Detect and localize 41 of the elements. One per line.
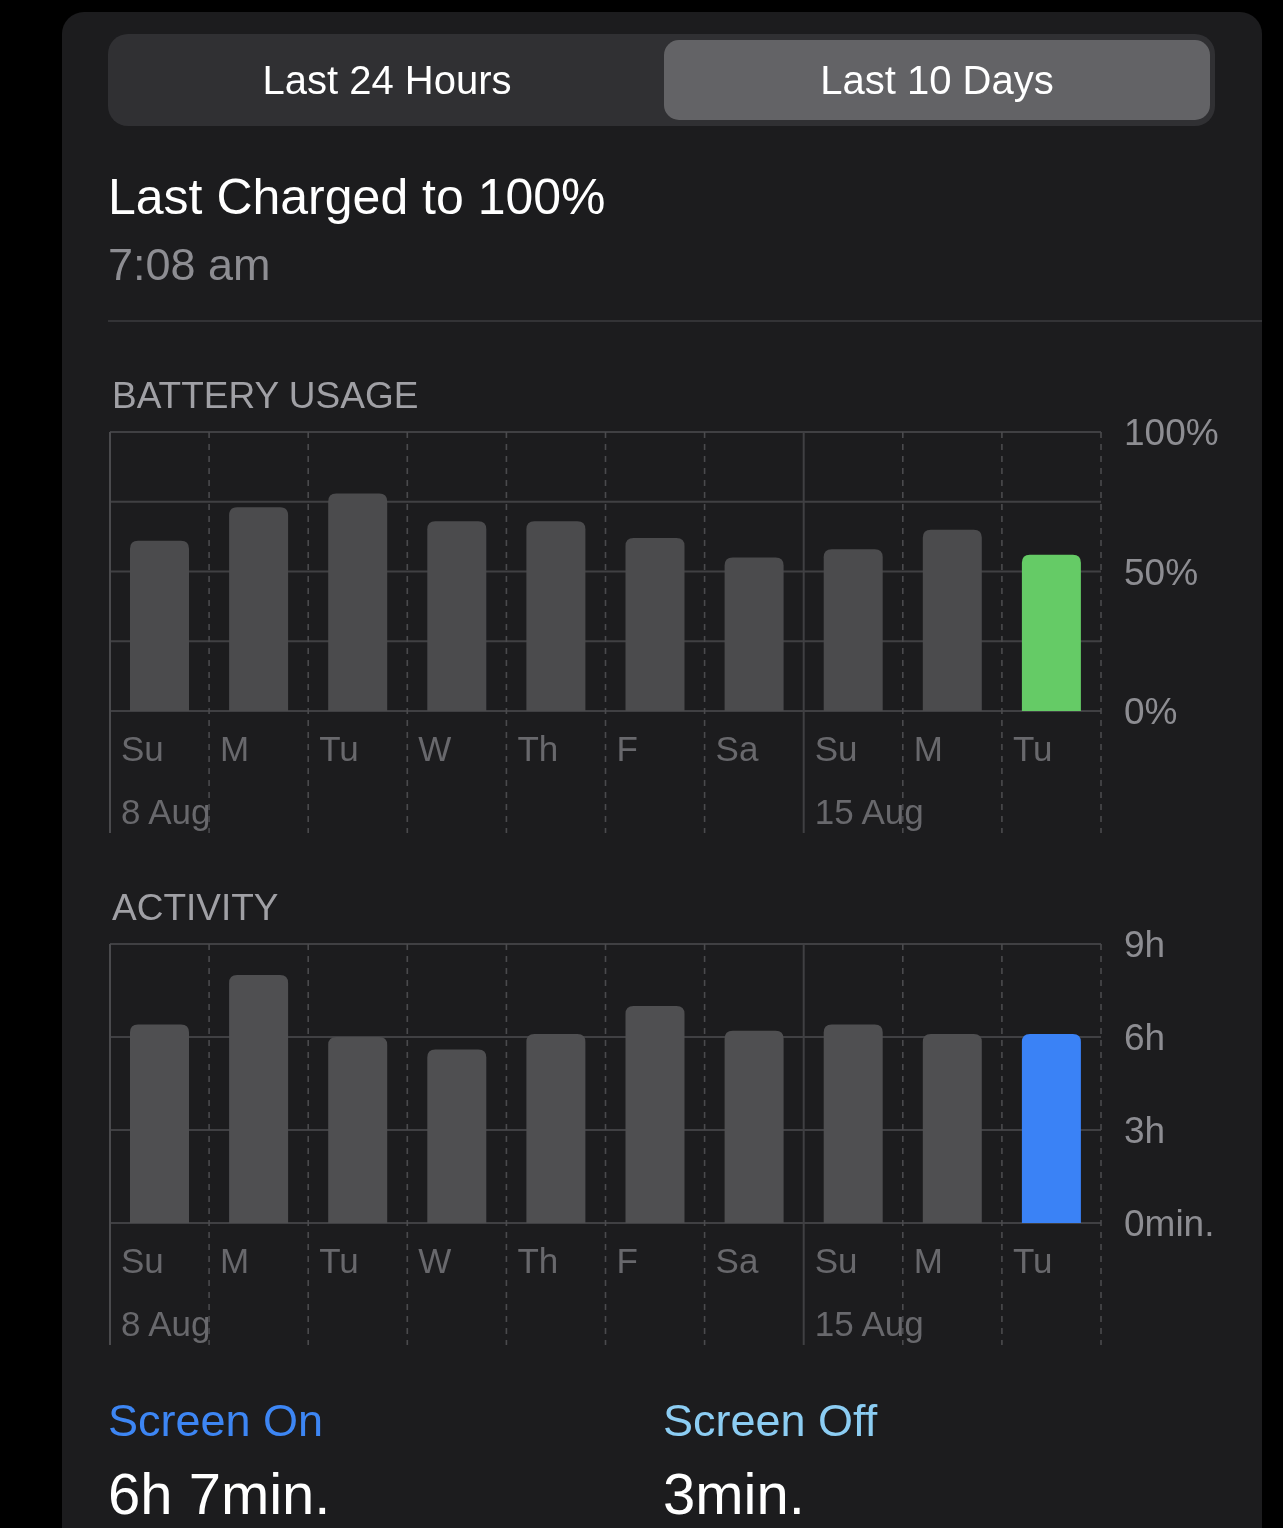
day-label: M	[220, 1241, 250, 1280]
legend-label: Screen On	[108, 1396, 324, 1446]
day-label: M	[220, 729, 250, 768]
day-label: Tu	[1012, 729, 1053, 768]
legend-value: 3min.	[663, 1461, 805, 1527]
date-label: 15 Aug	[814, 1304, 924, 1343]
last-charged-time: 7:08 am	[108, 239, 271, 291]
axis-label: 6h	[1124, 1017, 1166, 1058]
legend-label: Screen Off	[663, 1396, 878, 1446]
day-label: Th	[517, 1241, 559, 1280]
axis-label: 3h	[1124, 1110, 1166, 1151]
segment-tab[interactable]: Last 10 Days	[664, 40, 1210, 120]
date-label: 8 Aug	[121, 792, 211, 831]
day-label: Th	[517, 729, 559, 768]
day-label: F	[616, 729, 638, 768]
day-label: W	[418, 729, 452, 768]
axis-label: 100%	[1124, 412, 1219, 453]
axis-label: 50%	[1124, 551, 1199, 593]
day-label: Tu	[1012, 1241, 1053, 1280]
day-label: Sa	[715, 1241, 759, 1280]
chart-title: ACTIVITY	[112, 886, 279, 930]
day-label: Su	[814, 1241, 858, 1280]
day-label: Sa	[715, 729, 759, 768]
segment-tab[interactable]: Last 24 Hours	[114, 40, 660, 120]
day-label: Su	[814, 729, 858, 768]
day-label: W	[418, 1241, 452, 1280]
day-label: Su	[121, 1241, 164, 1280]
day-label: F	[616, 1241, 638, 1280]
date-label: 8 Aug	[121, 1304, 211, 1343]
axis-label: 0%	[1124, 691, 1178, 732]
day-label: Su	[121, 729, 164, 768]
day-label: Tu	[319, 729, 359, 768]
last-charged-title: Last Charged to 100%	[108, 168, 606, 226]
date-label: 15 Aug	[814, 792, 924, 831]
day-label: Tu	[319, 1241, 359, 1280]
axis-label: 0min.	[1124, 1203, 1215, 1244]
chart-title: BATTERY USAGE	[112, 374, 419, 418]
axis-label: 9h	[1124, 924, 1166, 965]
legend-value: 6h 7min.	[108, 1461, 331, 1527]
day-label: M	[913, 1241, 943, 1280]
day-label: M	[913, 729, 943, 768]
